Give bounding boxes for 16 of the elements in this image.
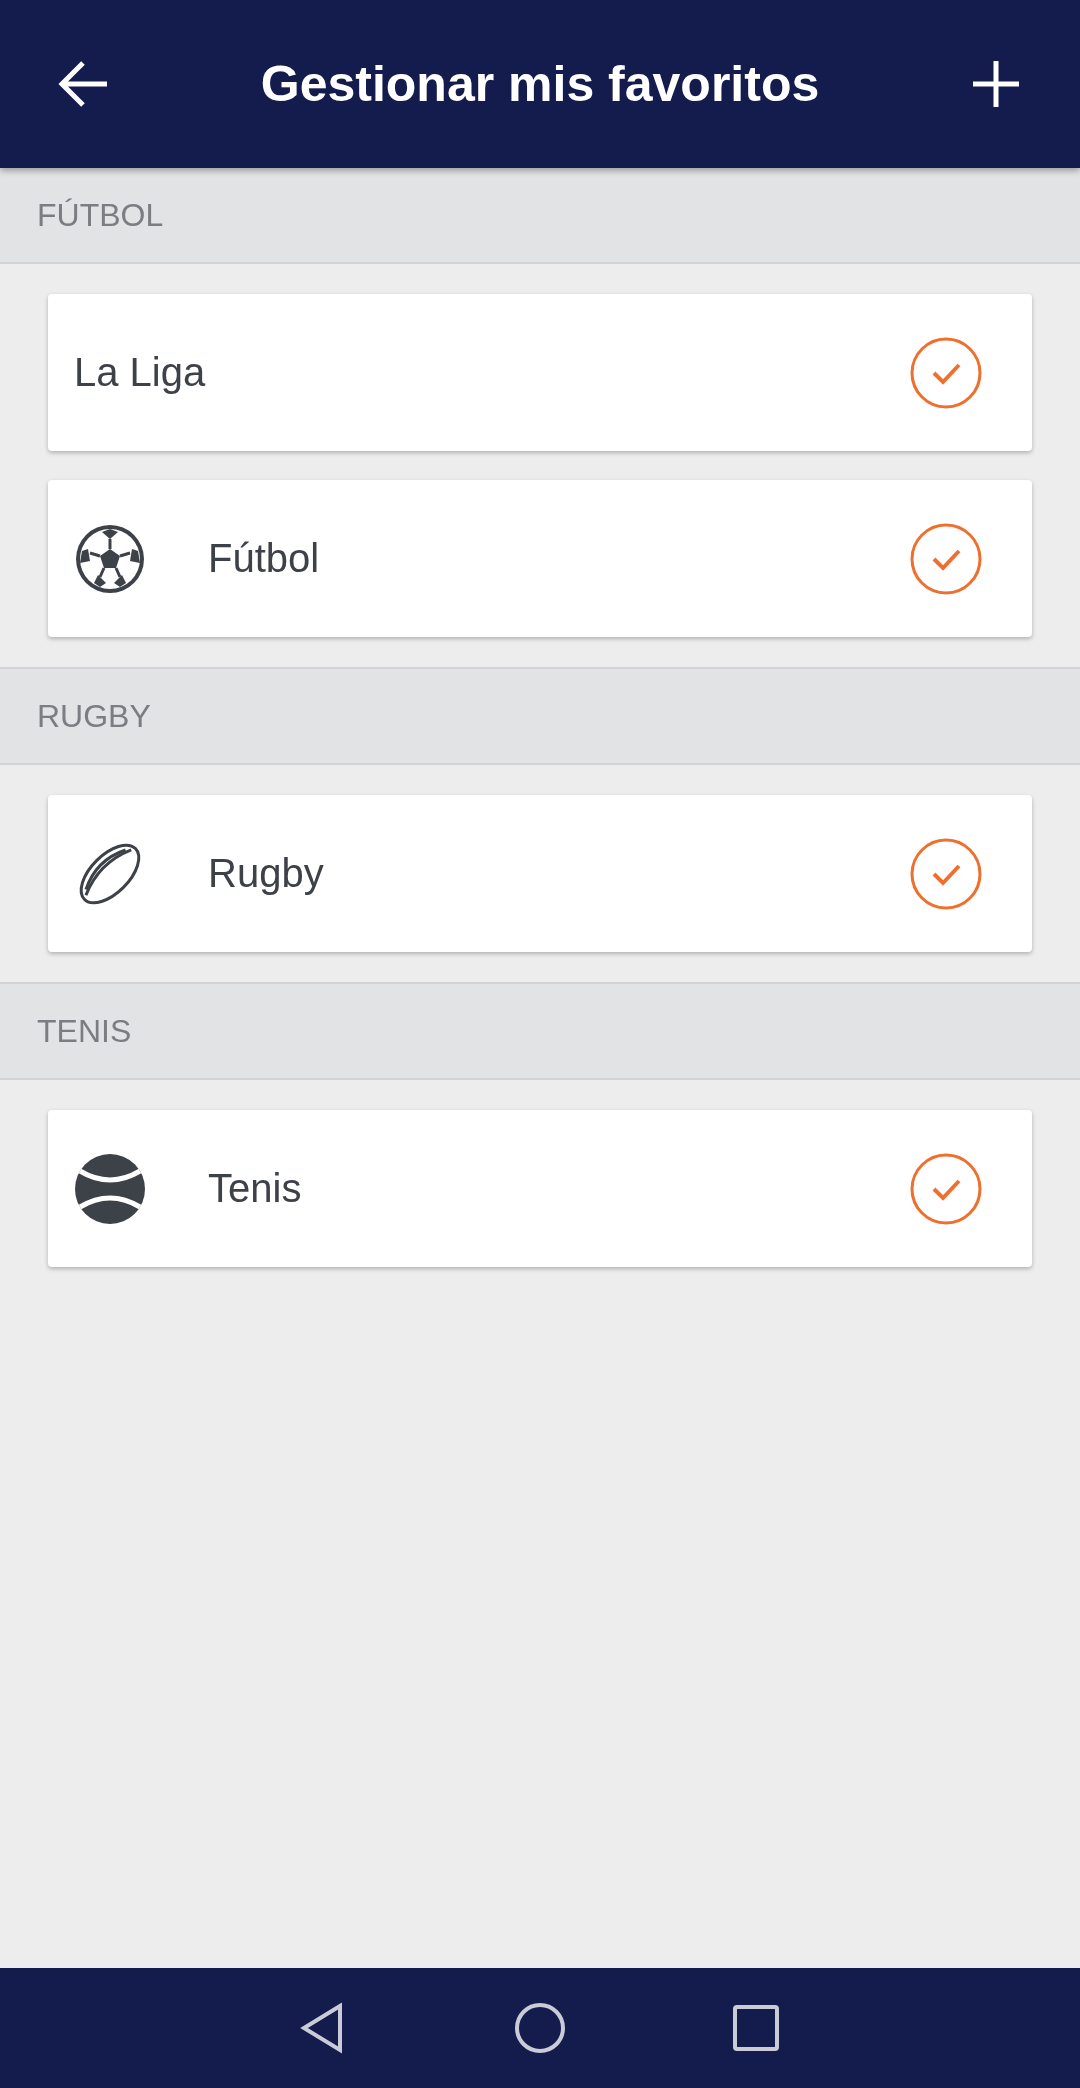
favorite-card[interactable]: Rugby	[48, 795, 1032, 952]
screen-title: Gestionar mis favoritos	[259, 55, 821, 113]
tennis-ball-icon	[74, 1152, 146, 1225]
favorite-label: Tenis	[208, 1166, 303, 1211]
favorite-label: Rugby	[208, 851, 325, 896]
favorite-card[interactable]: Tenis	[48, 1110, 1032, 1267]
favorite-label: Fútbol	[208, 536, 321, 581]
section-label: TENIS	[37, 1012, 132, 1050]
home-circle-icon[interactable]	[512, 2000, 568, 2056]
favorite-card[interactable]: La Liga	[48, 294, 1032, 451]
plus-icon	[973, 61, 1019, 107]
favorite-label: La Liga	[74, 350, 207, 395]
section-label: RUGBY	[37, 697, 151, 735]
section-label: FÚTBOL	[37, 196, 164, 234]
favorite-card[interactable]: Fútbol	[48, 480, 1032, 637]
soccer-ball-icon	[74, 522, 146, 595]
